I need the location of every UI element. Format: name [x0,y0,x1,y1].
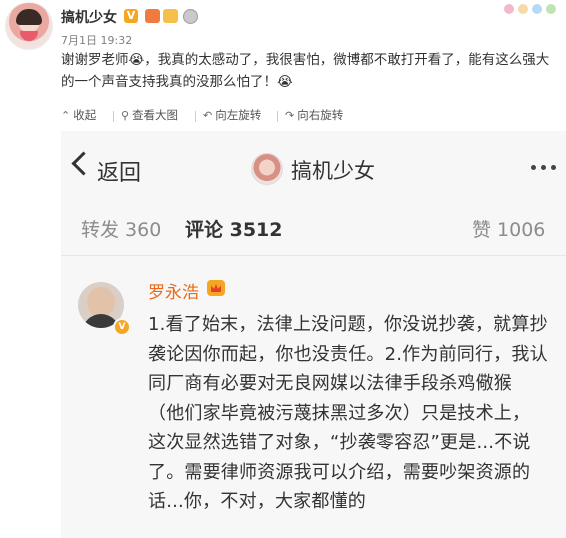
decoration-icon [502,0,558,20]
medal-icon[interactable] [163,9,178,23]
toolbar-divider [195,111,196,122]
comment-text: 1.看了始末，法律上没问题，你没说抄袭，就算抄袭论因你而起，你也没责任。2.作为… [148,314,548,512]
rotate-right-icon: ↷ [285,108,295,122]
post-header: 搞机少女 V 7月1日 19:32 [0,0,566,52]
view-large-button[interactable]: ⚲ 查看大图 [121,107,178,123]
collapse-button[interactable]: ⌃ 收起 [61,107,96,123]
back-chevron-icon[interactable] [71,151,96,176]
rotate-left-button[interactable]: ↶ 向左旋转 [203,107,261,123]
collapse-label: 收起 [73,108,97,122]
rotate-left-label: 向左旋转 [215,108,262,122]
rotate-left-icon: ↶ [203,108,213,122]
medal-icon[interactable] [183,9,198,24]
toolbar-divider [113,111,114,122]
commenter-name[interactable]: 罗永浩 [148,278,199,303]
view-large-label: 查看大图 [132,108,179,122]
verified-icon: V [124,9,138,23]
search-icon: ⚲ [121,108,130,122]
nav-title: 搞机少女 [291,159,375,183]
back-button[interactable]: 返回 [97,155,141,187]
tab-reposts[interactable]: 转发 360 [81,215,161,242]
post-timestamp[interactable]: 7月1日 19:32 [61,32,132,48]
more-icon[interactable] [531,165,556,170]
toolbar-divider [277,111,278,122]
post-username[interactable]: 搞机少女 [61,7,117,27]
comment-item: V 罗永浩 1.看了始末，法律上没问题，你没说抄袭，就算抄袭论因你而起，你也没责… [61,268,566,538]
app-nav-bar: 返回 搞机少女 [61,131,566,203]
tab-divider [61,255,566,256]
rotate-right-label: 向右旋转 [297,108,344,122]
tab-comments[interactable]: 评论 3512 [185,215,283,242]
user-avatar[interactable] [5,2,53,50]
rotate-right-button[interactable]: ↷ 向右旋转 [285,107,343,123]
tab-bar: 转发 360 评论 3512 赞 1006 [61,203,566,255]
collapse-icon: ⌃ [61,108,71,122]
embedded-screenshot[interactable]: 返回 搞机少女 转发 360 评论 3512 赞 1006 V 罗永浩 1.看了… [61,131,566,538]
tab-likes[interactable]: 赞 1006 [472,215,545,242]
crown-icon [207,280,225,296]
nav-avatar[interactable] [251,153,283,185]
verified-icon: V [113,318,131,336]
post-text: 谢谢罗老师😭，我真的太感动了，我很害怕，微博都不敢打开看了，能有这么强大的一个声… [61,52,550,90]
medal-icon[interactable] [145,9,160,23]
